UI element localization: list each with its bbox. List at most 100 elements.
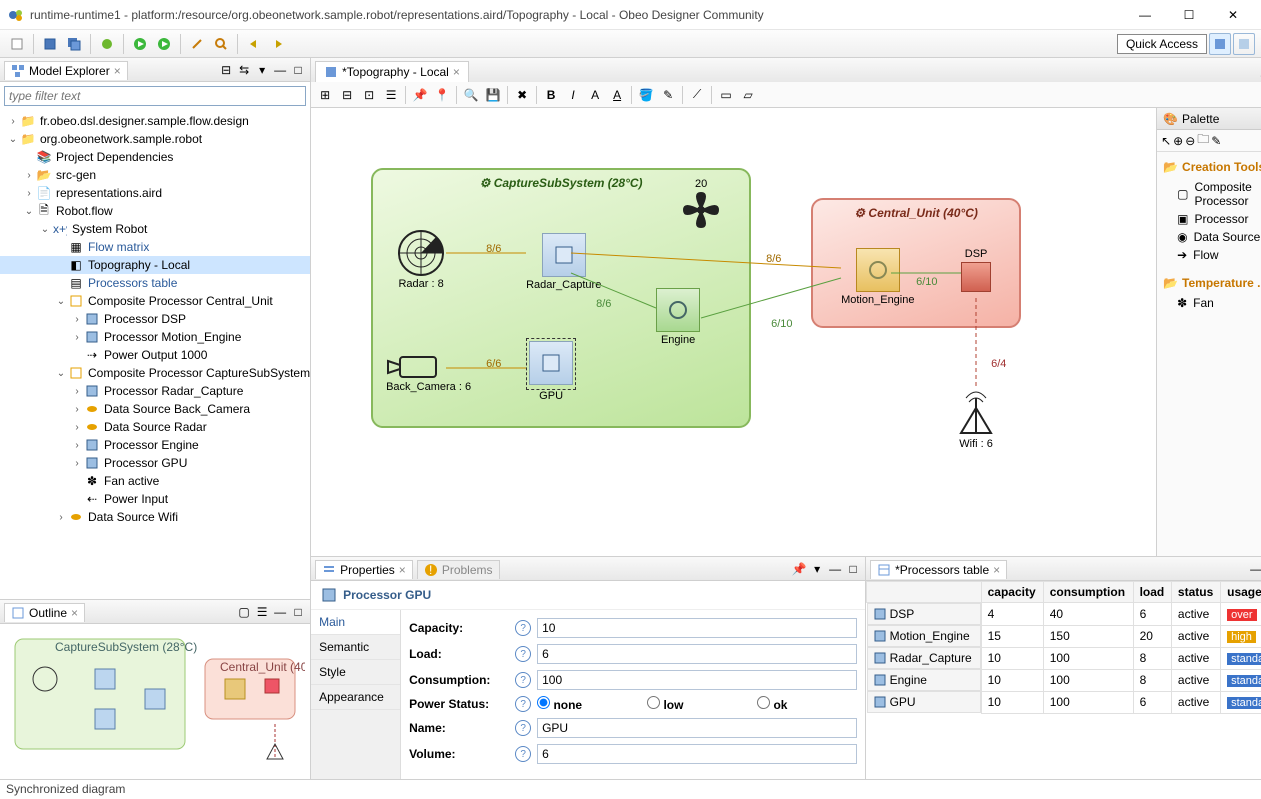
outline-thumbnail[interactable]: CaptureSubSystem (28°C) Central_Unit (40… bbox=[0, 624, 310, 774]
marquee-tool[interactable]: ✎ bbox=[1211, 134, 1221, 148]
tree-item[interactable]: ✽Fan active bbox=[0, 472, 310, 490]
radio-ok[interactable]: ok bbox=[757, 696, 857, 712]
font-button[interactable]: A bbox=[585, 85, 605, 105]
help-icon[interactable]: ? bbox=[515, 746, 531, 762]
col-load[interactable]: load bbox=[1133, 582, 1171, 603]
diagram-canvas[interactable]: ⚙ CaptureSubSystem (28°C) 20 Radar : 8 bbox=[311, 108, 1156, 556]
tree-item[interactable]: ›📁fr.obeo.dsl.designer.sample.flow.desig… bbox=[0, 112, 310, 130]
zoom-out-tool[interactable]: ⊖ bbox=[1185, 134, 1195, 148]
debug-button[interactable] bbox=[96, 33, 118, 55]
radar-capture-node[interactable]: Radar_Capture bbox=[526, 233, 601, 291]
save-button[interactable] bbox=[39, 33, 61, 55]
minimize-view-icon[interactable]: — bbox=[272, 62, 288, 78]
help-icon[interactable]: ? bbox=[515, 672, 531, 688]
tree-item[interactable]: ⌄x+ySystem Robot bbox=[0, 220, 310, 238]
table-row[interactable]: Radar_Capture 101008active standard bbox=[867, 647, 1261, 669]
tree-item[interactable]: ›Processor Radar_Capture bbox=[0, 382, 310, 400]
radar-node[interactable]: Radar : 8 bbox=[396, 228, 446, 290]
palette-composite[interactable]: ▢Composite Processor bbox=[1163, 178, 1261, 210]
capacity-input[interactable] bbox=[537, 618, 857, 638]
note-tool[interactable]: 🗀 bbox=[1197, 130, 1209, 151]
table-row[interactable]: Motion_Engine 1515020active high bbox=[867, 625, 1261, 647]
props-tab-semantic[interactable]: Semantic bbox=[311, 635, 400, 660]
quick-access-button[interactable]: Quick Access bbox=[1117, 34, 1207, 54]
tree-item[interactable]: ›📄representations.aird bbox=[0, 184, 310, 202]
maximize-view-icon[interactable]: □ bbox=[845, 561, 861, 577]
tree-item[interactable]: ›Processor GPU bbox=[0, 454, 310, 472]
engine-node[interactable]: Engine bbox=[656, 288, 700, 346]
outline-tab[interactable]: Outline × bbox=[4, 603, 85, 622]
tree-item[interactable]: ›Data Source Wifi bbox=[0, 508, 310, 526]
tree-item[interactable]: ›Processor Engine bbox=[0, 436, 310, 454]
props-tab-main[interactable]: Main bbox=[311, 610, 400, 635]
volume-input[interactable] bbox=[537, 744, 857, 764]
perspective-design-button[interactable] bbox=[1209, 33, 1231, 55]
maximize-button[interactable]: ☐ bbox=[1169, 8, 1209, 22]
palette-processor[interactable]: ▣Processor bbox=[1163, 210, 1261, 228]
consumption-input[interactable] bbox=[537, 670, 857, 690]
tree-item[interactable]: ›📂src-gen bbox=[0, 166, 310, 184]
help-icon[interactable]: ? bbox=[515, 696, 531, 712]
show-hide-button[interactable]: ▭ bbox=[716, 85, 736, 105]
zoom-in-tool[interactable]: ⊕ bbox=[1173, 134, 1183, 148]
line-color-button[interactable]: ✎ bbox=[658, 85, 678, 105]
radio-low[interactable]: low bbox=[647, 696, 747, 712]
pin-view-icon[interactable]: 📌 bbox=[791, 561, 807, 577]
processors-table[interactable]: capacity consumption load status usage D… bbox=[866, 581, 1261, 779]
unpin-button[interactable]: 📍 bbox=[432, 85, 452, 105]
close-button[interactable]: ✕ bbox=[1213, 8, 1253, 22]
table-row[interactable]: Engine 101008active standard bbox=[867, 669, 1261, 691]
tree-item[interactable]: ⌄Composite Processor CaptureSubSystem bbox=[0, 364, 310, 382]
col-usage[interactable]: usage bbox=[1221, 582, 1261, 603]
outline-mode-icon[interactable]: ▢ bbox=[236, 604, 252, 620]
view-menu-icon[interactable]: ▾ bbox=[809, 561, 825, 577]
view-menu-icon[interactable]: ▾ bbox=[254, 62, 270, 78]
filter-button[interactable]: ▱ bbox=[738, 85, 758, 105]
minimize-view-icon[interactable]: — bbox=[272, 604, 288, 620]
align-button[interactable]: ⊟ bbox=[337, 85, 357, 105]
collapse-all-icon[interactable]: ⊟ bbox=[218, 62, 234, 78]
forward-button[interactable] bbox=[267, 33, 289, 55]
outline-tree-icon[interactable]: ☰ bbox=[254, 604, 270, 620]
tree-item-topography[interactable]: ◧Topography - Local bbox=[0, 256, 310, 274]
gpu-node[interactable]: GPU bbox=[526, 338, 576, 402]
palette-datasource[interactable]: ◉Data Source bbox=[1163, 228, 1261, 246]
tree-item[interactable]: ⇠Power Input bbox=[0, 490, 310, 508]
help-icon[interactable]: ? bbox=[515, 620, 531, 636]
motion-engine-node[interactable]: Motion_Engine bbox=[841, 248, 914, 306]
tree-item[interactable]: ⇢Power Output 1000 bbox=[0, 346, 310, 364]
tree-item[interactable]: ⌄📁org.obeonetwork.sample.robot bbox=[0, 130, 310, 148]
link-editor-icon[interactable]: ⇆ bbox=[236, 62, 252, 78]
save-all-button[interactable] bbox=[63, 33, 85, 55]
col-capacity[interactable]: capacity bbox=[981, 582, 1043, 603]
tree-item[interactable]: ›Data Source Back_Camera bbox=[0, 400, 310, 418]
props-tab-style[interactable]: Style bbox=[311, 660, 400, 685]
minimize-view-icon[interactable]: — bbox=[1248, 561, 1261, 577]
tree-item[interactable]: ⌄🗎Robot.flow bbox=[0, 202, 310, 220]
dsp-node[interactable]: DSP bbox=[961, 248, 991, 294]
line-style-button[interactable]: ⟋ bbox=[687, 85, 707, 105]
delete-button[interactable]: ✖ bbox=[512, 85, 532, 105]
problems-tab[interactable]: ! Problems bbox=[417, 560, 500, 579]
pin-button[interactable]: 📌 bbox=[410, 85, 430, 105]
help-icon[interactable]: ? bbox=[515, 720, 531, 736]
props-tab-appearance[interactable]: Appearance bbox=[311, 685, 400, 710]
close-tab-icon[interactable]: × bbox=[399, 563, 406, 577]
distribute-button[interactable]: ⊡ bbox=[359, 85, 379, 105]
run-button[interactable] bbox=[129, 33, 151, 55]
tree-item[interactable]: ⌄Composite Processor Central_Unit bbox=[0, 292, 310, 310]
export-button[interactable]: 💾 bbox=[483, 85, 503, 105]
wifi-node[interactable]: Wifi : 6 bbox=[951, 388, 1001, 450]
fill-color-button[interactable]: 🪣 bbox=[636, 85, 656, 105]
tree-item[interactable]: ›Processor DSP bbox=[0, 310, 310, 328]
table-row[interactable]: GPU 101006active standard bbox=[867, 691, 1261, 713]
name-input[interactable] bbox=[537, 718, 857, 738]
maximize-view-icon[interactable]: □ bbox=[290, 62, 306, 78]
fan-node[interactable]: 20 bbox=[681, 178, 721, 230]
editor-tab-topography[interactable]: *Topography - Local × bbox=[315, 61, 469, 82]
search-button[interactable] bbox=[210, 33, 232, 55]
palette-flow[interactable]: ➔Flow bbox=[1163, 246, 1261, 264]
tree-item[interactable]: ▦Flow matrix bbox=[0, 238, 310, 256]
italic-button[interactable]: I bbox=[563, 85, 583, 105]
properties-tab[interactable]: Properties × bbox=[315, 560, 413, 579]
